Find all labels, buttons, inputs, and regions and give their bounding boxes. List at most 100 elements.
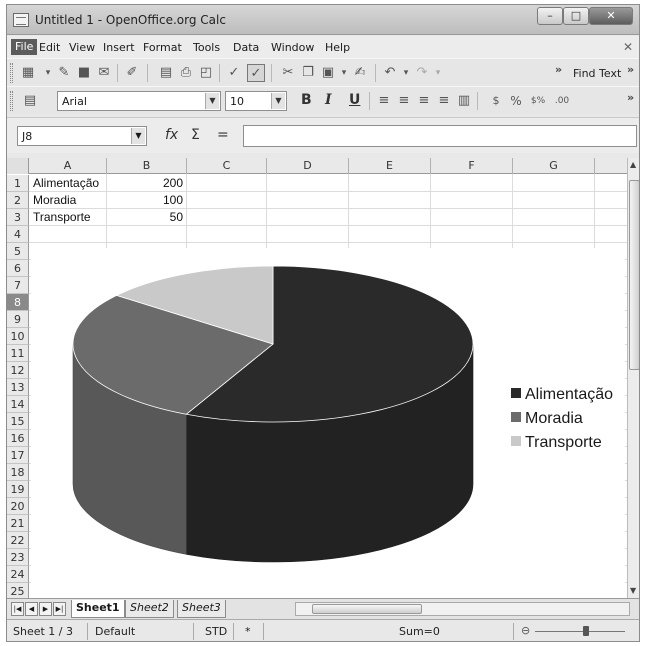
align-center-icon[interactable]: ≡: [395, 92, 413, 110]
name-box[interactable]: J8 ▼: [17, 126, 147, 146]
last-sheet-icon[interactable]: ▶|: [53, 602, 66, 616]
page-preview-icon[interactable]: ◰: [197, 64, 215, 82]
row-header-19[interactable]: 19: [7, 481, 29, 498]
menu-edit[interactable]: Edit: [39, 41, 60, 54]
horizontal-scrollbar[interactable]: [295, 602, 630, 616]
sum-icon[interactable]: Σ: [191, 127, 200, 143]
font-name-combo[interactable]: Arial ▼: [57, 91, 221, 111]
copy-icon[interactable]: ❐: [299, 64, 317, 82]
cut-icon[interactable]: ✂: [279, 64, 297, 82]
formula-input[interactable]: [243, 125, 637, 147]
currency-format-icon[interactable]: $: [487, 92, 505, 110]
standard-format-icon[interactable]: $%: [529, 92, 547, 110]
clone-formatting-icon[interactable]: ✍: [351, 64, 369, 82]
menu-data[interactable]: Data: [233, 41, 259, 54]
save-icon[interactable]: ■: [75, 64, 93, 82]
toolbar-grip[interactable]: [10, 63, 13, 83]
cell-b1[interactable]: 200: [107, 175, 183, 192]
cell-a1[interactable]: Alimentação: [33, 175, 99, 192]
menu-format[interactable]: Format: [143, 41, 182, 54]
vertical-scrollbar[interactable]: ▲ ▼: [627, 158, 639, 598]
row-header-12[interactable]: 12: [7, 362, 29, 379]
row-header-7[interactable]: 7: [7, 277, 29, 294]
row-header-11[interactable]: 11: [7, 345, 29, 362]
row-header-18[interactable]: 18: [7, 464, 29, 481]
spellcheck-icon[interactable]: ✓: [225, 64, 243, 82]
row-header-10[interactable]: 10: [7, 328, 29, 345]
styles-icon[interactable]: ▤: [21, 92, 39, 110]
row-header-17[interactable]: 17: [7, 447, 29, 464]
toolbar-overflow-icon[interactable]: »: [627, 91, 634, 104]
row-header-24[interactable]: 24: [7, 566, 29, 583]
chevron-down-icon[interactable]: ▼: [205, 93, 219, 109]
select-all-corner[interactable]: [7, 158, 29, 174]
menu-view[interactable]: View: [69, 41, 95, 54]
chevron-down-icon[interactable]: ▼: [271, 93, 285, 109]
pie-chart[interactable]: Alimentação Moradia Transporte: [31, 248, 625, 598]
row-header-2[interactable]: 2: [7, 192, 29, 209]
new-document-icon[interactable]: ▦: [19, 64, 37, 82]
column-header-c[interactable]: C: [187, 158, 267, 174]
merge-cells-icon[interactable]: ▥: [455, 92, 473, 110]
column-header-d[interactable]: D: [267, 158, 349, 174]
export-pdf-icon[interactable]: ▤: [157, 64, 175, 82]
tab-sheet2[interactable]: Sheet2: [125, 600, 174, 618]
menu-window[interactable]: Window: [271, 41, 314, 54]
tab-sheet3[interactable]: Sheet3: [177, 600, 226, 618]
row-header-15[interactable]: 15: [7, 413, 29, 430]
close-button[interactable]: ✕: [589, 7, 633, 25]
spreadsheet-grid[interactable]: A B C D E F G 1 2 3 4 5 6 7 8 9 10 11 12 13 14 15 16 17 1…: [7, 158, 627, 598]
zoom-knob[interactable]: [583, 626, 589, 636]
print-icon[interactable]: ⎙: [177, 64, 195, 82]
scroll-down-icon[interactable]: ▼: [630, 586, 636, 595]
cell-b3[interactable]: 50: [107, 209, 183, 226]
italic-button[interactable]: I: [325, 92, 332, 108]
previous-sheet-icon[interactable]: ◀: [25, 602, 38, 616]
column-header-g[interactable]: G: [513, 158, 595, 174]
menu-insert[interactable]: Insert: [103, 41, 135, 54]
menu-file[interactable]: File: [11, 39, 38, 55]
cell-a3[interactable]: Transporte: [33, 209, 91, 226]
scroll-up-icon[interactable]: ▲: [630, 160, 636, 169]
selection-mode[interactable]: STD: [205, 625, 227, 638]
column-header-b[interactable]: B: [107, 158, 187, 174]
row-header-25[interactable]: 25: [7, 583, 29, 598]
more-chevron-icon[interactable]: »: [555, 63, 562, 76]
chevron-down-icon[interactable]: ▼: [131, 128, 145, 144]
row-header-21[interactable]: 21: [7, 515, 29, 532]
row-header-5[interactable]: 5: [7, 243, 29, 260]
cell-b2[interactable]: 100: [107, 192, 183, 209]
toolbar-grip[interactable]: [10, 91, 13, 111]
column-header-e[interactable]: E: [349, 158, 431, 174]
next-sheet-icon[interactable]: ▶: [39, 602, 52, 616]
column-header-a[interactable]: A: [29, 158, 107, 174]
row-header-20[interactable]: 20: [7, 498, 29, 515]
font-size-combo[interactable]: 10 ▼: [225, 91, 287, 111]
row-header-13[interactable]: 13: [7, 379, 29, 396]
email-icon[interactable]: ✉: [95, 64, 113, 82]
justify-icon[interactable]: ≡: [435, 92, 453, 110]
row-header-16[interactable]: 16: [7, 430, 29, 447]
function-icon[interactable]: =: [217, 127, 229, 143]
minimize-button[interactable]: –: [537, 7, 563, 25]
row-header-22[interactable]: 22: [7, 532, 29, 549]
autospellcheck-icon[interactable]: ✓: [247, 64, 265, 82]
page-style[interactable]: Default: [95, 625, 135, 638]
underline-button[interactable]: U: [349, 92, 360, 108]
row-header-9[interactable]: 9: [7, 311, 29, 328]
add-decimal-icon[interactable]: .00: [553, 92, 571, 110]
tab-sheet1[interactable]: Sheet1: [71, 600, 125, 618]
align-left-icon[interactable]: ≡: [375, 92, 393, 110]
maximize-button[interactable]: □: [563, 7, 589, 25]
menu-tools[interactable]: Tools: [193, 41, 220, 54]
scroll-thumb[interactable]: [312, 604, 422, 614]
redo-dropdown-icon[interactable]: ▾: [429, 64, 447, 82]
cell-a2[interactable]: Moradia: [33, 192, 76, 209]
zoom-out-icon[interactable]: ⊖: [521, 624, 530, 637]
percent-format-icon[interactable]: %: [507, 92, 525, 110]
menu-help[interactable]: Help: [325, 41, 350, 54]
column-header-f[interactable]: F: [431, 158, 513, 174]
row-header-4[interactable]: 4: [7, 226, 29, 243]
open-icon[interactable]: ✎: [55, 64, 73, 82]
toolbar-overflow-icon[interactable]: »: [627, 63, 634, 76]
